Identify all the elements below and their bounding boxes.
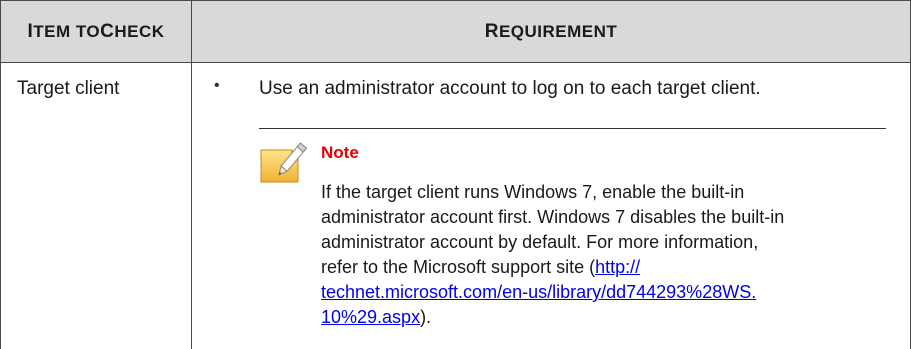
support-link-part-3[interactable]: 10%29.aspx bbox=[321, 307, 420, 327]
note-line: technet.microsoft.com/en-us/library/dd74… bbox=[321, 280, 881, 305]
note-pencil-icon bbox=[258, 142, 310, 186]
column-divider bbox=[191, 0, 192, 349]
table-cell-item: Target client bbox=[17, 78, 120, 99]
requirements-table: I TEM TO C HECK R EQUIREMENT Target client … bbox=[0, 0, 911, 349]
table-header-row: I TEM TO C HECK R EQUIREMENT bbox=[1, 0, 910, 63]
bullet-point: • bbox=[214, 77, 220, 94]
note-line: administrator account by default. For mo… bbox=[321, 232, 759, 252]
note-divider bbox=[259, 128, 886, 129]
column-header-item-to-check: I TEM TO C HECK bbox=[27, 20, 165, 42]
note-line: refer to the Microsoft support site (htt… bbox=[321, 255, 881, 280]
note-body: If the target client runs Windows 7, ena… bbox=[321, 180, 881, 330]
requirement-text: Use an administrator account to log on t… bbox=[259, 78, 761, 99]
note-line-end: ). bbox=[420, 307, 432, 327]
column-header-requirement: R EQUIREMENT bbox=[484, 20, 618, 42]
note-line: If the target client runs Windows 7, ena… bbox=[321, 182, 745, 202]
note-title: Note bbox=[321, 143, 359, 162]
note-line: 10%29.aspx). bbox=[321, 305, 881, 330]
support-link-part-2[interactable]: technet.microsoft.com/en-us/library/dd74… bbox=[321, 282, 756, 302]
note-line: administrator account first. Windows 7 d… bbox=[321, 207, 785, 227]
note-line-text: refer to the Microsoft support site ( bbox=[321, 257, 596, 277]
support-link-part-1[interactable]: http:// bbox=[595, 257, 640, 277]
